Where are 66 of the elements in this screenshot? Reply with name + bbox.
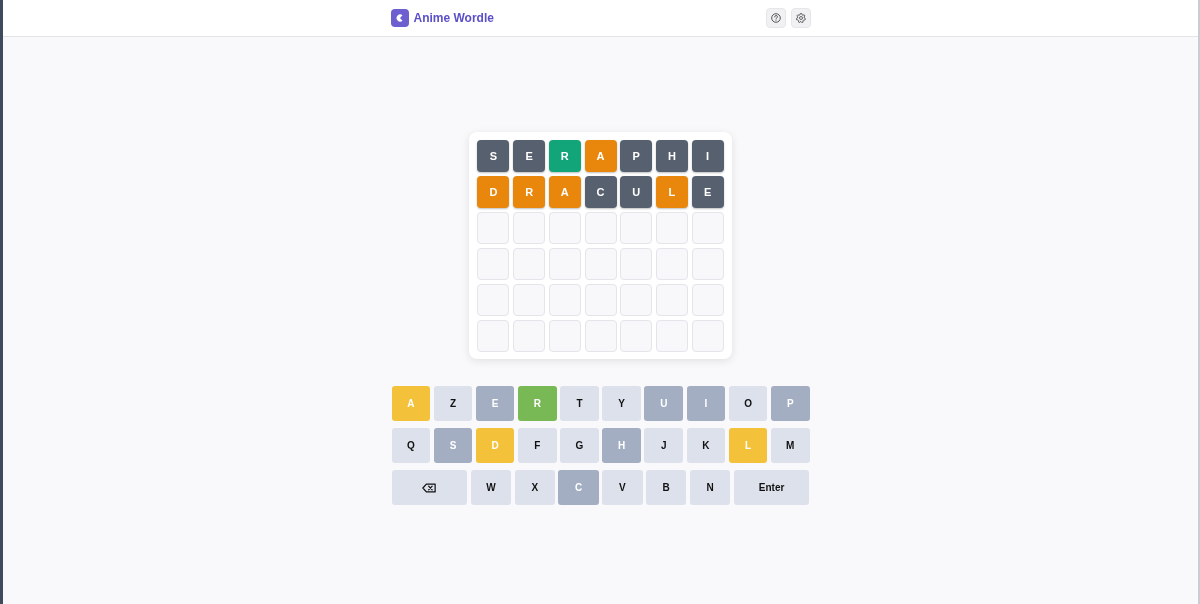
letter-key[interactable]: Y: [602, 386, 641, 421]
empty-tile: [620, 320, 653, 352]
letter-key[interactable]: K: [686, 428, 726, 463]
empty-tile: [477, 212, 510, 244]
letter-key[interactable]: N: [689, 470, 731, 505]
logo-icon: [390, 9, 409, 27]
empty-tile: [513, 320, 546, 352]
empty-tile: [477, 284, 510, 316]
empty-tile: [620, 212, 653, 244]
help-button[interactable]: [765, 8, 786, 28]
empty-tile: [513, 284, 546, 316]
empty-tile: [691, 320, 724, 352]
backspace-key[interactable]: [391, 470, 468, 505]
letter-key[interactable]: B: [646, 470, 687, 505]
empty-tile: [655, 284, 688, 316]
letter-tile: U: [620, 176, 653, 208]
letter-tile: I: [691, 140, 724, 172]
letter-key[interactable]: G: [560, 428, 599, 463]
empty-tile: [477, 320, 510, 352]
empty-tile: [513, 212, 546, 244]
letter-tile: P: [620, 140, 653, 172]
letter-key[interactable]: Q: [391, 428, 431, 463]
letter-tile: E: [513, 140, 546, 172]
empty-tile: [620, 248, 653, 280]
letter-tile: L: [655, 176, 688, 208]
empty-tile: [691, 212, 724, 244]
settings-button[interactable]: [790, 8, 811, 28]
empty-tile: [584, 284, 617, 316]
letter-key[interactable]: T: [560, 386, 599, 421]
enter-key[interactable]: Enter: [733, 470, 810, 505]
empty-tile: [584, 320, 617, 352]
empty-tile: [548, 212, 581, 244]
letter-key[interactable]: Z: [433, 386, 473, 421]
letter-tile: D: [477, 176, 510, 208]
empty-tile: [513, 248, 546, 280]
empty-tile: [655, 320, 688, 352]
letter-key[interactable]: M: [770, 428, 810, 463]
empty-tile: [691, 284, 724, 316]
empty-tile: [655, 212, 688, 244]
letter-tile: C: [584, 176, 617, 208]
empty-tile: [548, 284, 581, 316]
letter-tile: S: [477, 140, 510, 172]
letter-key[interactable]: W: [470, 470, 512, 505]
app-title: Anime Wordle: [413, 11, 494, 25]
empty-tile: [477, 248, 510, 280]
letter-tile: H: [655, 140, 688, 172]
letter-tile: R: [548, 140, 581, 172]
letter-key[interactable]: V: [602, 470, 643, 505]
empty-tile: [584, 212, 617, 244]
letter-key[interactable]: J: [644, 428, 684, 463]
letter-key[interactable]: X: [514, 470, 555, 505]
empty-tile: [548, 248, 581, 280]
empty-tile: [548, 320, 581, 352]
backspace-icon: [422, 482, 437, 493]
letter-tile: A: [548, 176, 581, 208]
settings-icon: [795, 13, 806, 23]
letter-tile: R: [513, 176, 546, 208]
letter-tile: E: [691, 176, 724, 208]
letter-tile: A: [584, 140, 617, 172]
empty-tile: [655, 248, 688, 280]
empty-tile: [620, 284, 653, 316]
help-icon: [770, 13, 781, 23]
empty-tile: [691, 248, 724, 280]
letter-key[interactable]: O: [728, 386, 768, 421]
letter-key[interactable]: F: [517, 428, 557, 463]
empty-tile: [584, 248, 617, 280]
